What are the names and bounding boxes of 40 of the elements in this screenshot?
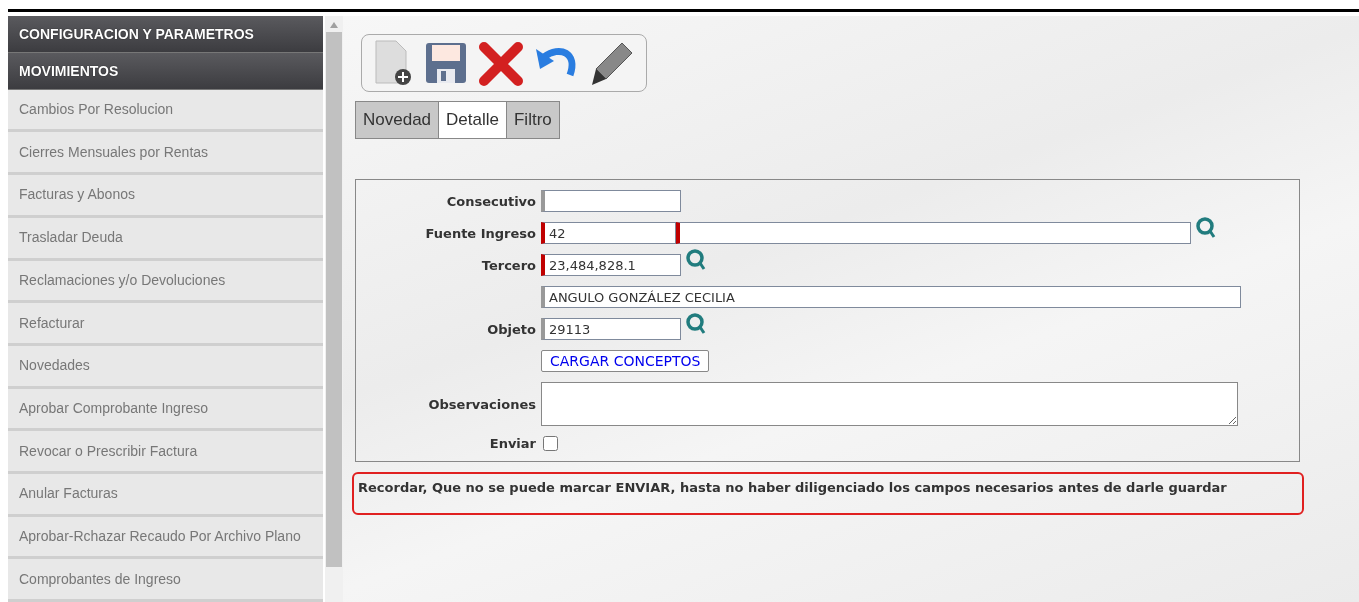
scrollbar[interactable]: [325, 16, 343, 602]
sidebar-item[interactable]: Aprobar-Rchazar Recaudo Por Archivo Plano: [8, 516, 323, 560]
input-field[interactable]: ANGULO GONZÁLEZ CECILIA: [541, 286, 1241, 308]
sidebar-item[interactable]: Facturas y Abonos: [8, 175, 323, 218]
sidebar-item[interactable]: Comprobantes de Ingreso: [8, 559, 323, 602]
scroll-up-icon[interactable]: [330, 22, 338, 28]
field-label: Consecutivo: [445, 193, 537, 209]
sidebar-item[interactable]: Refacturar: [8, 303, 323, 346]
search-icon[interactable]: [685, 248, 707, 272]
sidebar-item[interactable]: Cierres Mensuales por Rentas: [8, 132, 323, 176]
sidebar-item[interactable]: Reclamaciones y/o Devoluciones: [8, 260, 323, 304]
observations-field[interactable]: [541, 382, 1238, 426]
field-label: Objeto: [486, 321, 537, 337]
description-field[interactable]: [676, 222, 1191, 244]
delete-icon[interactable]: [478, 39, 524, 87]
sidebar-item[interactable]: Anular Facturas: [8, 473, 323, 517]
sidebar-item[interactable]: Cambios Por Resolucion: [8, 89, 323, 133]
field-label: Enviar: [488, 436, 537, 451]
sidebar-section-header[interactable]: MOVIMIENTOS: [8, 52, 323, 90]
tab[interactable]: Novedad: [355, 101, 440, 139]
sidebar-item[interactable]: Novedades: [8, 345, 323, 389]
input-field[interactable]: 29113: [541, 318, 681, 340]
sidebar-item[interactable]: Aprobar Comprobante Ingreso: [8, 388, 323, 432]
send-checkbox[interactable]: [543, 436, 558, 451]
field-label: Observaciones: [427, 396, 537, 412]
new-document-icon[interactable]: [372, 39, 414, 87]
search-icon[interactable]: [685, 312, 707, 336]
tab[interactable]: Filtro: [506, 101, 560, 139]
sidebar-section-header[interactable]: CONFIGURACION Y PARAMETROS: [8, 16, 323, 53]
sidebar-item[interactable]: Revocar o Prescribir Factura: [8, 431, 323, 474]
input-field[interactable]: [541, 190, 681, 212]
field-label: Fuente Ingreso: [424, 225, 537, 241]
reminder-note: Recordar, Que no se puede marcar ENVIAR, hasta no haber diligenciado los campos necesarios antes de darle guardar: [352, 472, 1304, 515]
search-icon[interactable]: [1195, 216, 1217, 240]
field-label: Tercero: [480, 257, 537, 273]
sidebar-item[interactable]: Trasladar Deuda: [8, 217, 323, 261]
input-field[interactable]: 42: [541, 222, 676, 244]
load-concepts-button[interactable]: CARGAR CONCEPTOS: [541, 350, 710, 372]
input-field[interactable]: 23,484,828.1: [541, 254, 681, 276]
tab[interactable]: Detalle: [438, 101, 507, 139]
